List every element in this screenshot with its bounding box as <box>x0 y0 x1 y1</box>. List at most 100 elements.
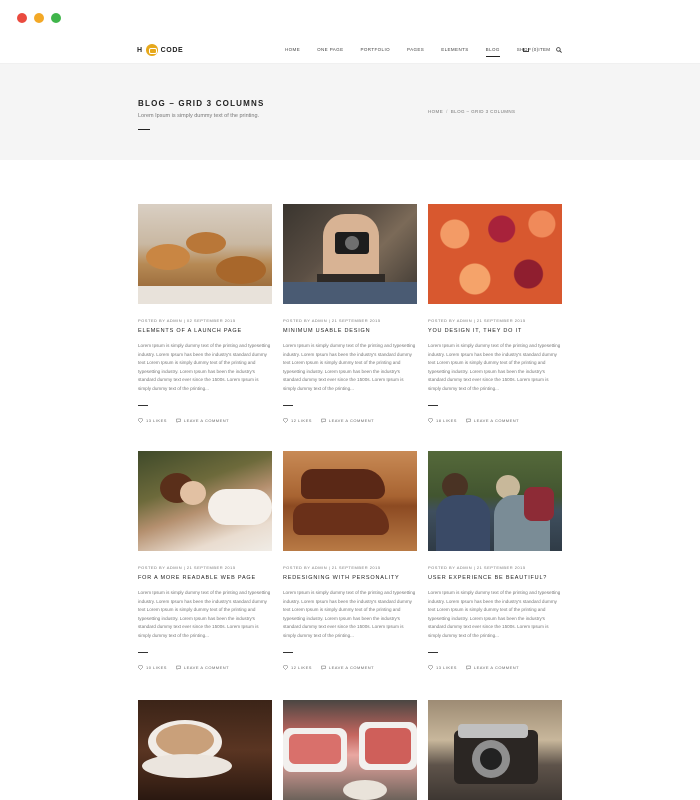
comment-link[interactable]: LEAVE A COMMENT <box>466 665 519 670</box>
comment-label: LEAVE A COMMENT <box>328 418 375 423</box>
comment-icon <box>466 665 471 670</box>
like-button[interactable]: 12 LIKES <box>283 418 312 423</box>
post-image-grapefruit-pomegranate[interactable] <box>428 204 562 304</box>
post-actions: 13 LIKES LEAVE A COMMENT <box>138 418 272 423</box>
like-button[interactable]: 10 LIKES <box>138 665 167 670</box>
post-meta: POSTED BY ADMIN | 21 SEPTEMBER 2015 <box>428 318 526 323</box>
browser-chrome <box>0 0 700 36</box>
heart-icon <box>138 418 143 423</box>
post-title[interactable]: YOU DESIGN IT, THEY DO IT <box>428 328 562 334</box>
logo-letter: H <box>137 46 143 54</box>
comment-label: LEAVE A COMMENT <box>183 665 230 670</box>
like-button[interactable]: 13 LIKES <box>138 418 167 423</box>
search-icon[interactable] <box>556 47 562 53</box>
post-image-two-people-sitting[interactable] <box>428 451 562 551</box>
like-count: 13 LIKES <box>436 665 457 670</box>
post-divider <box>283 405 293 406</box>
comment-label: LEAVE A COMMENT <box>473 665 520 670</box>
comment-label: LEAVE A COMMENT <box>328 665 375 670</box>
nav-item-portfolio[interactable]: PORTFOLIO <box>360 47 390 57</box>
page-title: BLOG – GRID 3 COLUMNS <box>138 99 265 108</box>
page-subtitle: Lorem Ipsum is simply dummy text of the … <box>138 113 260 119</box>
post-divider <box>283 652 293 653</box>
post-excerpt: Lorem Ipsum is simply dummy text of the … <box>428 343 561 391</box>
comment-link[interactable]: LEAVE A COMMENT <box>176 418 229 423</box>
blog-card: POSTED BY ADMIN | 02 SEPTEMBER 2015 ELEM… <box>138 204 272 423</box>
post-excerpt: Lorem Ipsum is simply dummy text of the … <box>428 590 561 638</box>
post-divider <box>428 652 438 653</box>
like-count: 12 LIKES <box>291 418 312 423</box>
comment-link[interactable]: LEAVE A COMMENT <box>321 665 374 670</box>
post-title[interactable]: FOR A MORE READABLE WEB PAGE <box>138 575 272 581</box>
post-actions: 10 LIKES LEAVE A COMMENT <box>138 665 272 670</box>
cart-link[interactable]: (0)ITEM <box>523 47 550 53</box>
nav-item-pages[interactable]: PAGES <box>407 47 424 57</box>
blog-card <box>428 700 562 800</box>
site-logo[interactable]: H CODE <box>137 44 183 56</box>
post-meta: POSTED BY ADMIN | 21 SEPTEMBER 2015 <box>138 565 236 570</box>
comment-label: LEAVE A COMMENT <box>183 418 230 423</box>
window-close-dot[interactable] <box>17 13 27 23</box>
nav-item-blog[interactable]: BLOG <box>485 47 500 57</box>
like-button[interactable]: 12 LIKES <box>283 665 312 670</box>
cart-label: (0)ITEM <box>532 47 551 52</box>
logo-word: CODE <box>160 46 184 54</box>
post-image-leather-shoes[interactable] <box>283 451 417 551</box>
blog-card: POSTED BY ADMIN | 21 SEPTEMBER 2015 MINI… <box>283 204 417 423</box>
page-title-band: BLOG – GRID 3 COLUMNS Lorem Ipsum is sim… <box>0 64 700 160</box>
like-button[interactable]: 13 LIKES <box>428 665 457 670</box>
post-title[interactable]: USER EXPERIENCE BE BEAUTIFUL? <box>428 575 562 581</box>
title-divider <box>138 129 150 130</box>
heart-icon <box>428 418 433 423</box>
post-excerpt: Lorem Ipsum is simply dummy text of the … <box>138 343 271 391</box>
breadcrumb: HOME / BLOG – GRID 3 COLUMNS <box>428 109 515 114</box>
breadcrumb-separator: / <box>446 109 448 114</box>
post-image-coffee-cup[interactable] <box>138 700 272 800</box>
post-title[interactable]: REDESIGNING WITH PERSONALITY <box>283 575 417 581</box>
post-image-man-with-camera[interactable] <box>283 204 417 304</box>
like-count: 12 LIKES <box>291 665 312 670</box>
post-meta: POSTED BY ADMIN | 21 SEPTEMBER 2015 <box>283 318 381 323</box>
post-divider <box>138 652 148 653</box>
blog-card: POSTED BY ADMIN | 21 SEPTEMBER 2015 REDE… <box>283 451 417 670</box>
post-title[interactable]: ELEMENTS OF A LAUNCH PAGE <box>138 328 272 334</box>
comment-icon <box>321 665 326 670</box>
blog-card: POSTED BY ADMIN | 21 SEPTEMBER 2015 YOU … <box>428 204 562 423</box>
heart-icon <box>428 665 433 670</box>
logo-badge-icon <box>145 44 158 56</box>
like-button[interactable]: 18 LIKES <box>428 418 457 423</box>
like-count: 13 LIKES <box>146 418 167 423</box>
post-meta: POSTED BY ADMIN | 21 SEPTEMBER 2015 <box>428 565 526 570</box>
comment-link[interactable]: LEAVE A COMMENT <box>466 418 519 423</box>
blog-card: POSTED BY ADMIN | 21 SEPTEMBER 2015 USER… <box>428 451 562 670</box>
nav-item-elements[interactable]: ELEMENTS <box>441 47 468 57</box>
breadcrumb-home[interactable]: HOME <box>428 109 443 114</box>
post-excerpt: Lorem Ipsum is simply dummy text of the … <box>138 590 271 638</box>
post-actions: 12 LIKES LEAVE A COMMENT <box>283 665 417 670</box>
window-minimize-dot[interactable] <box>34 13 44 23</box>
post-meta: POSTED BY ADMIN | 02 SEPTEMBER 2015 <box>138 318 236 323</box>
post-actions: 18 LIKES LEAVE A COMMENT <box>428 418 562 423</box>
like-count: 10 LIKES <box>146 665 167 670</box>
nav-item-home[interactable]: HOME <box>285 47 300 57</box>
post-image-woman-in-grass[interactable] <box>138 451 272 551</box>
post-image-vintage-camera[interactable] <box>428 700 562 800</box>
post-meta: POSTED BY ADMIN | 21 SEPTEMBER 2015 <box>283 565 381 570</box>
window-maximize-dot[interactable] <box>51 13 61 23</box>
blog-card: POSTED BY ADMIN | 21 SEPTEMBER 2015 FOR … <box>138 451 272 670</box>
comment-link[interactable]: LEAVE A COMMENT <box>321 418 374 423</box>
post-title[interactable]: MINIMUM USABLE DESIGN <box>283 328 417 334</box>
comment-icon <box>466 418 471 423</box>
comment-label: LEAVE A COMMENT <box>473 418 520 423</box>
post-excerpt: Lorem Ipsum is simply dummy text of the … <box>283 343 416 391</box>
heart-icon <box>283 665 288 670</box>
post-actions: 13 LIKES LEAVE A COMMENT <box>428 665 562 670</box>
blog-card <box>283 700 417 800</box>
site-header: H CODE HOME ONE PAGE PORTFOLIO PAGES ELE… <box>0 36 700 64</box>
post-actions: 12 LIKES LEAVE A COMMENT <box>283 418 417 423</box>
post-image-croissants[interactable] <box>138 204 272 304</box>
heart-icon <box>283 418 288 423</box>
post-image-raw-meat-plates[interactable] <box>283 700 417 800</box>
comment-link[interactable]: LEAVE A COMMENT <box>176 665 229 670</box>
nav-item-one-page[interactable]: ONE PAGE <box>317 47 343 57</box>
